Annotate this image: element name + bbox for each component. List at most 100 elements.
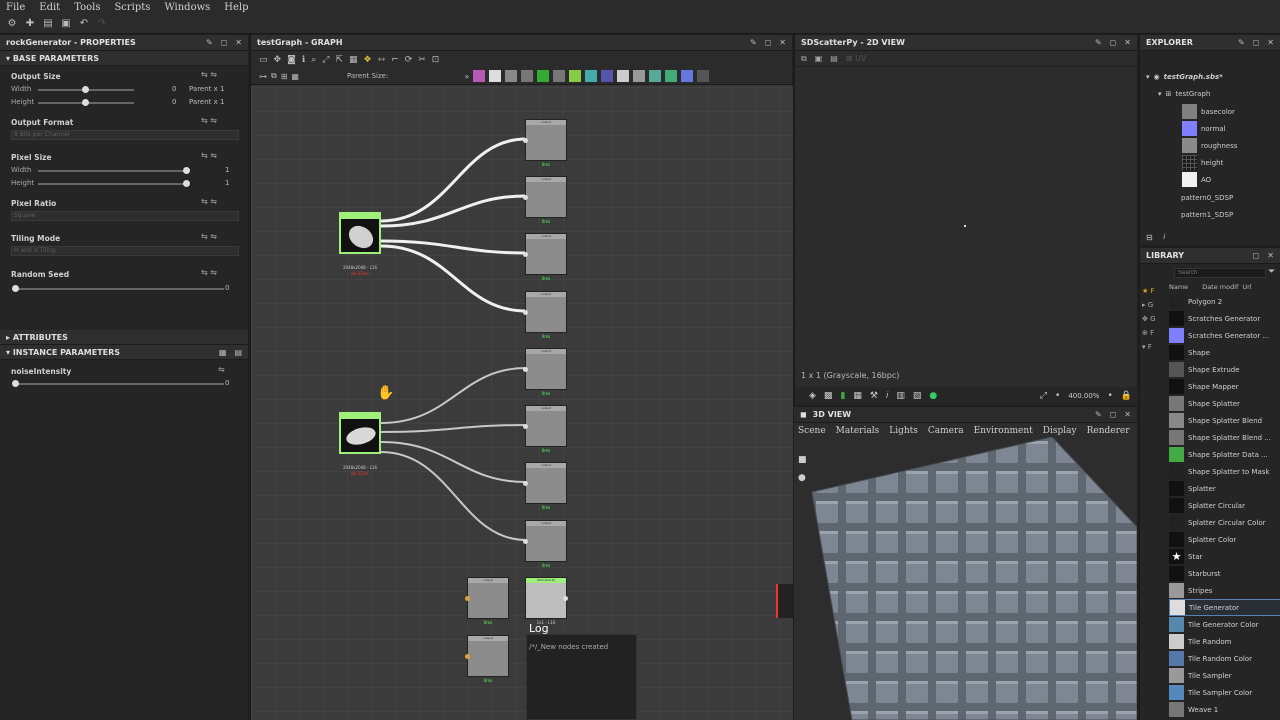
output-node[interactable]: output — [523, 119, 567, 161]
checker-icon[interactable]: ▩ — [824, 391, 833, 401]
atomic-node-icon[interactable] — [473, 70, 486, 82]
fit-view-icon[interactable]: ⤢ — [1040, 391, 1047, 401]
output-node[interactable]: output — [465, 577, 509, 619]
menu-file[interactable]: File — [6, 2, 25, 13]
save-image-icon[interactable]: ▣ — [815, 54, 823, 63]
menu-scripts[interactable]: Scripts — [114, 2, 150, 13]
library-item[interactable]: Shape Splatter — [1169, 395, 1280, 412]
library-item[interactable]: Tile Generator Color — [1169, 616, 1280, 633]
section-instance-parameters[interactable]: ▾ INSTANCE PARAMETERS ▦ ▤ — [0, 345, 248, 360]
output-item[interactable]: roughness — [1182, 138, 1237, 153]
output-item[interactable]: height — [1182, 155, 1223, 170]
export-icon[interactable]: ▤ — [830, 54, 838, 63]
link-icon[interactable]: ⇿ — [378, 55, 386, 65]
new-graph-icon[interactable]: ✚ — [24, 18, 36, 30]
gradient-icon[interactable] — [569, 70, 582, 82]
maximize-icon[interactable]: ◻ — [765, 38, 772, 47]
pattern-item[interactable]: pattern1_SDSP — [1181, 211, 1233, 219]
curve-icon[interactable] — [537, 70, 550, 82]
close-icon[interactable]: ✕ — [1124, 410, 1131, 419]
column-name[interactable]: Name — [1169, 283, 1188, 293]
close-icon[interactable]: ✕ — [235, 38, 242, 47]
copy-icon[interactable]: ⧉ — [801, 54, 807, 64]
pin-icon[interactable]: ✎ — [750, 38, 757, 47]
menu-help[interactable]: Help — [224, 2, 248, 13]
connect-icon[interactable]: ⌐ — [391, 55, 399, 65]
library-item[interactable]: Stripes — [1169, 582, 1280, 599]
slider-knob[interactable] — [183, 167, 190, 174]
library-item[interactable]: Weave 1 — [1169, 701, 1280, 718]
uniform-color-icon[interactable] — [489, 70, 502, 82]
hierarchy-icon[interactable]: ⊞ — [281, 72, 288, 81]
3d-menu-camera[interactable]: Camera — [928, 426, 964, 436]
redo-icon[interactable]: ↷ — [96, 18, 108, 30]
warp-icon[interactable] — [601, 70, 614, 82]
input-port[interactable] — [523, 481, 528, 486]
tile-view-icon[interactable]: ▦ — [853, 391, 862, 401]
output-height-slider[interactable] — [38, 99, 134, 106]
blur-icon[interactable] — [521, 70, 534, 82]
param-options-icon[interactable]: ⇆ ⇋ — [201, 197, 217, 206]
output-width-slider[interactable] — [38, 86, 134, 93]
3d-menu-materials[interactable]: Materials — [836, 426, 880, 436]
output-icon[interactable] — [697, 70, 710, 82]
pixel-height-slider[interactable] — [38, 180, 190, 187]
library-search-input[interactable] — [1174, 268, 1266, 278]
tiling-mode-select[interactable]: H and V Tiling — [11, 246, 239, 256]
maximize-icon[interactable]: ◻ — [1110, 410, 1117, 419]
color-picker-icon[interactable]: ▧ — [913, 391, 922, 401]
maximize-icon[interactable]: ◻ — [1110, 38, 1117, 47]
output-node[interactable]: output — [523, 348, 567, 390]
library-item[interactable]: ★ Star — [1169, 548, 1280, 565]
stack-icon[interactable]: ⧉ — [271, 71, 277, 81]
column-date[interactable]: Date modif — [1202, 283, 1238, 293]
section-attributes[interactable]: ▸ ATTRIBUTES — [0, 330, 248, 345]
output-node[interactable]: output — [523, 233, 567, 275]
channel-icon[interactable]: ▮ — [840, 391, 845, 401]
input-port[interactable] — [523, 252, 528, 257]
param-options-icon[interactable]: ⇆ ⇋ — [201, 116, 217, 125]
slider-knob[interactable] — [82, 86, 89, 93]
camera-icon[interactable]: ◙ — [287, 55, 296, 65]
new-package-icon[interactable]: ⚙ — [6, 18, 18, 30]
close-icon[interactable]: ✕ — [1124, 38, 1131, 47]
shape-icon[interactable] — [633, 70, 646, 82]
histogram-icon[interactable]: ▥ — [896, 391, 905, 401]
tools-icon[interactable]: ⚒ — [870, 391, 878, 401]
graph-canvas[interactable]: 2048x2048 - L16 84.32ms 2048x2048 - L16 … — [251, 87, 793, 720]
lock-icon[interactable]: 🔒 — [1121, 391, 1132, 401]
param-options-icon[interactable]: ⇋ — [218, 365, 225, 374]
library-item[interactable]: Splatter Circular — [1169, 497, 1280, 514]
uv-icon[interactable]: ⊠ UV — [846, 54, 867, 63]
param-options-icon[interactable]: ⇆ ⇋ — [201, 70, 217, 79]
blend-icon[interactable] — [505, 70, 518, 82]
library-item[interactable]: Shape Splatter Data ... — [1169, 446, 1280, 463]
input-port[interactable] — [465, 596, 470, 601]
menu-windows[interactable]: Windows — [164, 2, 210, 13]
pixel-processor-icon[interactable] — [681, 70, 694, 82]
output-node[interactable]: output — [523, 462, 567, 504]
library-item[interactable]: Shape Mapper — [1169, 378, 1280, 395]
output-node[interactable]: output — [523, 520, 567, 562]
random-seed-slider[interactable] — [12, 285, 224, 292]
close-icon[interactable]: ✕ — [1267, 251, 1274, 260]
output-port[interactable] — [563, 596, 568, 601]
info-icon[interactable]: ℹ — [302, 55, 305, 65]
input-port[interactable] — [523, 539, 528, 544]
input-port[interactable] — [523, 367, 528, 372]
normal-icon[interactable] — [649, 70, 662, 82]
offscreen-node[interactable] — [776, 584, 793, 618]
library-item[interactable]: Splatter Circular Color — [1169, 514, 1280, 531]
pin-icon[interactable]: ✎ — [1095, 410, 1102, 419]
library-item[interactable]: Tile Random — [1169, 633, 1280, 650]
pixel-width-slider[interactable] — [38, 167, 190, 174]
library-item[interactable]: Starburst — [1169, 565, 1280, 582]
pin-icon[interactable]: ✎ — [206, 38, 213, 47]
zoom-in-icon[interactable]: • — [1107, 391, 1112, 401]
pan-icon[interactable]: ✥ — [274, 55, 282, 65]
pattern-item[interactable]: pattern0_SDSP — [1181, 194, 1233, 202]
input-port[interactable] — [523, 138, 528, 143]
param-options-icon[interactable]: ⇆ ⇋ — [201, 232, 217, 241]
output-node[interactable]: output — [523, 176, 567, 218]
menu-tools[interactable]: Tools — [74, 2, 100, 13]
